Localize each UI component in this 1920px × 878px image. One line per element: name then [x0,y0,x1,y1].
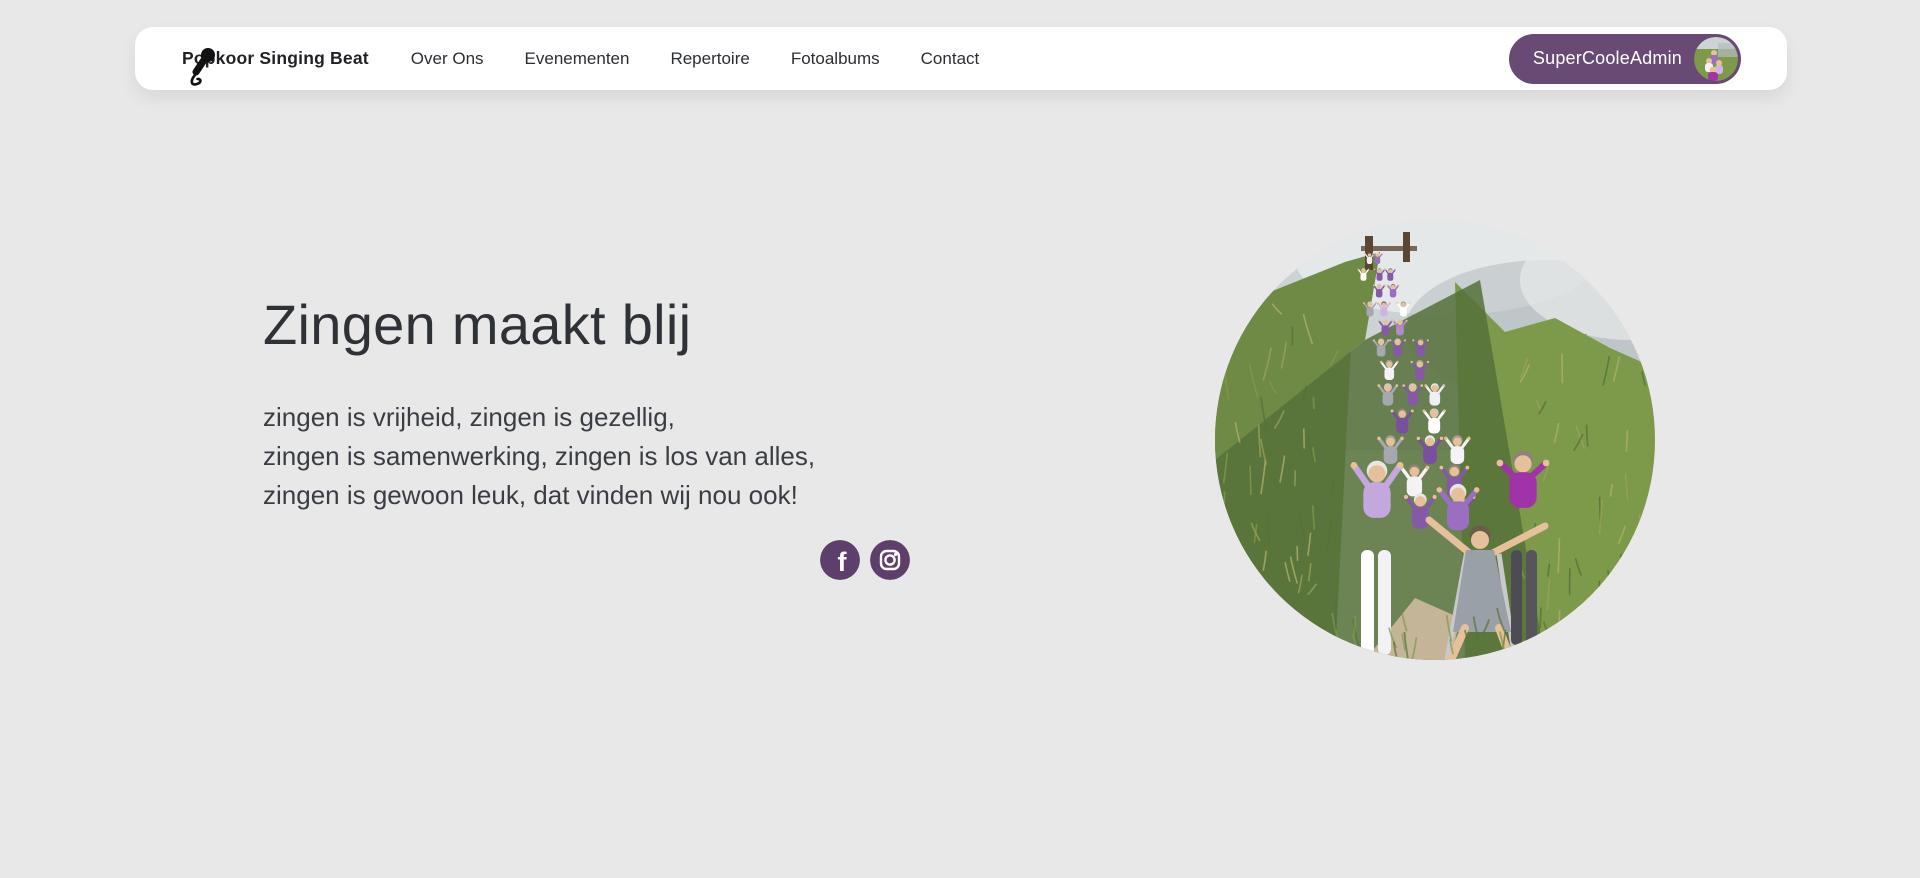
svg-text:f: f [838,547,848,577]
hero-line-3: zingen is gewoon leuk, dat vinden wij no… [263,480,798,510]
page-background: Popkoor Singing Beat Over Ons Evenemente… [0,0,1920,878]
navbar: Popkoor Singing Beat Over Ons Evenemente… [135,27,1787,90]
nav-item-fotoalbums[interactable]: Fotoalbums [791,49,880,69]
choir-photo [1215,220,1655,660]
nav-item-evenementen[interactable]: Evenementen [525,49,630,69]
admin-avatar [1694,36,1738,81]
logo[interactable]: Popkoor Singing Beat [182,48,369,86]
main-navigation: Over Ons Evenementen Repertoire Fotoalbu… [411,49,979,69]
hero-line-1: zingen is vrijheid, zingen is gezellig, [263,402,675,432]
nav-item-over-ons[interactable]: Over Ons [411,49,484,69]
page-title: Zingen maakt blij [263,293,692,356]
hero-line-2: zingen is samenwerking, zingen is los va… [263,441,816,471]
instagram-icon[interactable] [870,540,910,580]
admin-account-label: SuperCooleAdmin [1532,48,1682,68]
social-links: f [820,540,910,580]
admin-account-button[interactable]: SuperCooleAdmin [1508,33,1741,84]
facebook-icon[interactable]: f [820,540,860,580]
nav-item-repertoire[interactable]: Repertoire [670,49,749,69]
hero-paragraph: zingen is vrijheid, zingen is gezellig, … [263,398,815,515]
logo-text: Popkoor Singing Beat [182,48,369,68]
choir-photo-illustration [1215,220,1655,660]
nav-item-contact[interactable]: Contact [921,49,980,69]
